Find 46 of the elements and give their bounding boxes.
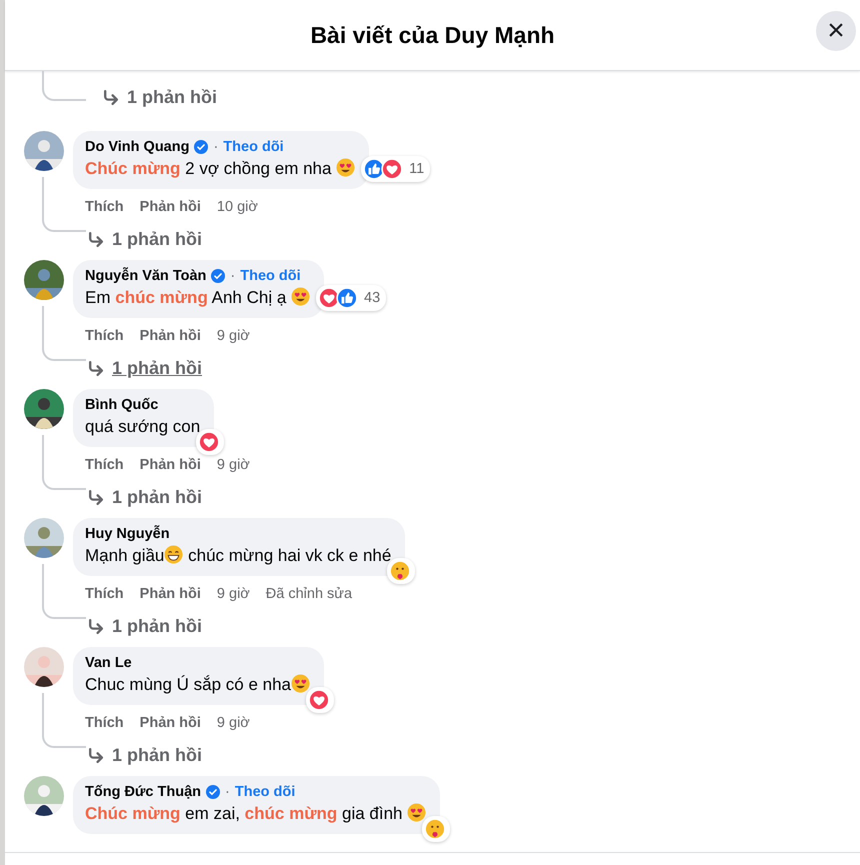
reply-link[interactable]: Phản hồi — [140, 586, 201, 602]
comment-time[interactable]: 9 giờ — [216, 328, 250, 344]
like-link[interactable]: Thích — [85, 328, 124, 344]
view-replies-link[interactable]: 1 phản hồi — [73, 616, 202, 637]
reply-link[interactable]: Phản hồi — [140, 715, 201, 731]
follow-link[interactable]: Theo dõi — [234, 784, 296, 800]
comment-text: Chúc mừng 2 vợ chồng em nha — [85, 158, 356, 180]
reaction-summary[interactable]: 11 — [361, 156, 430, 182]
comment-time[interactable]: 9 giờ — [216, 457, 250, 473]
commenter-name[interactable]: Van Le — [85, 655, 132, 671]
reaction-summary[interactable]: 43 — [316, 285, 386, 311]
comment-text: Mạnh giầu chúc mừng hai vk ck e nhé — [85, 545, 392, 567]
separator-dot: · — [230, 268, 236, 284]
view-replies-link[interactable]: 1 phản hồi — [73, 229, 202, 250]
follow-link[interactable]: Theo dõi — [240, 268, 301, 284]
view-replies-link[interactable]: 1 phản hồi — [73, 487, 202, 508]
dialog-title: Bài viết của Duy Mạnh — [310, 22, 555, 48]
view-replies-link[interactable]: 1 phản hồi — [73, 358, 202, 379]
like-link[interactable]: Thích — [85, 457, 124, 473]
view-replies-link[interactable]: 1 phản hồi — [73, 745, 202, 766]
separator-dot: · — [213, 139, 218, 155]
reaction-count: 43 — [364, 290, 380, 306]
follow-link[interactable]: Theo dõi — [223, 139, 284, 155]
comment-time[interactable]: 9 giờ — [216, 715, 250, 731]
like-link[interactable]: Thích — [85, 715, 124, 731]
comment-time[interactable]: 9 giờ — [216, 586, 250, 602]
reply-link[interactable]: Phản hồi — [140, 328, 201, 344]
commenter-name[interactable]: Tống Đức Thuận — [85, 784, 202, 800]
edited-label: Đã chỉnh sửa — [266, 586, 352, 602]
close-button[interactable]: × — [816, 11, 856, 51]
comment-time[interactable]: 10 giờ — [216, 199, 258, 215]
like-link[interactable]: Thích — [85, 199, 124, 215]
reply-link[interactable]: Phản hồi — [140, 457, 201, 473]
view-replies-link[interactable]: 1 phản hồi — [88, 87, 217, 108]
comment-text: quá sướng con — [85, 416, 200, 438]
commenter-name[interactable]: Bình Quốc — [85, 397, 158, 413]
reaction-count: 11 — [409, 161, 424, 177]
separator-dot: · — [225, 784, 230, 800]
commenter-name[interactable]: Do Vinh Quang — [85, 139, 190, 155]
like-link[interactable]: Thích — [85, 586, 124, 602]
commenter-name[interactable]: Huy Nguyễn — [85, 526, 170, 542]
reply-link[interactable]: Phản hồi — [140, 199, 201, 215]
comment-text: Chúc mừng em zai, chúc mừng gia đình — [85, 803, 426, 825]
comment-text: Chuc mùng Ú sắp có e nha — [85, 674, 310, 696]
commenter-name[interactable]: Nguyễn Văn Toàn — [85, 268, 206, 284]
comment-text: Em chúc mừng Anh Chị ạ — [85, 287, 310, 309]
